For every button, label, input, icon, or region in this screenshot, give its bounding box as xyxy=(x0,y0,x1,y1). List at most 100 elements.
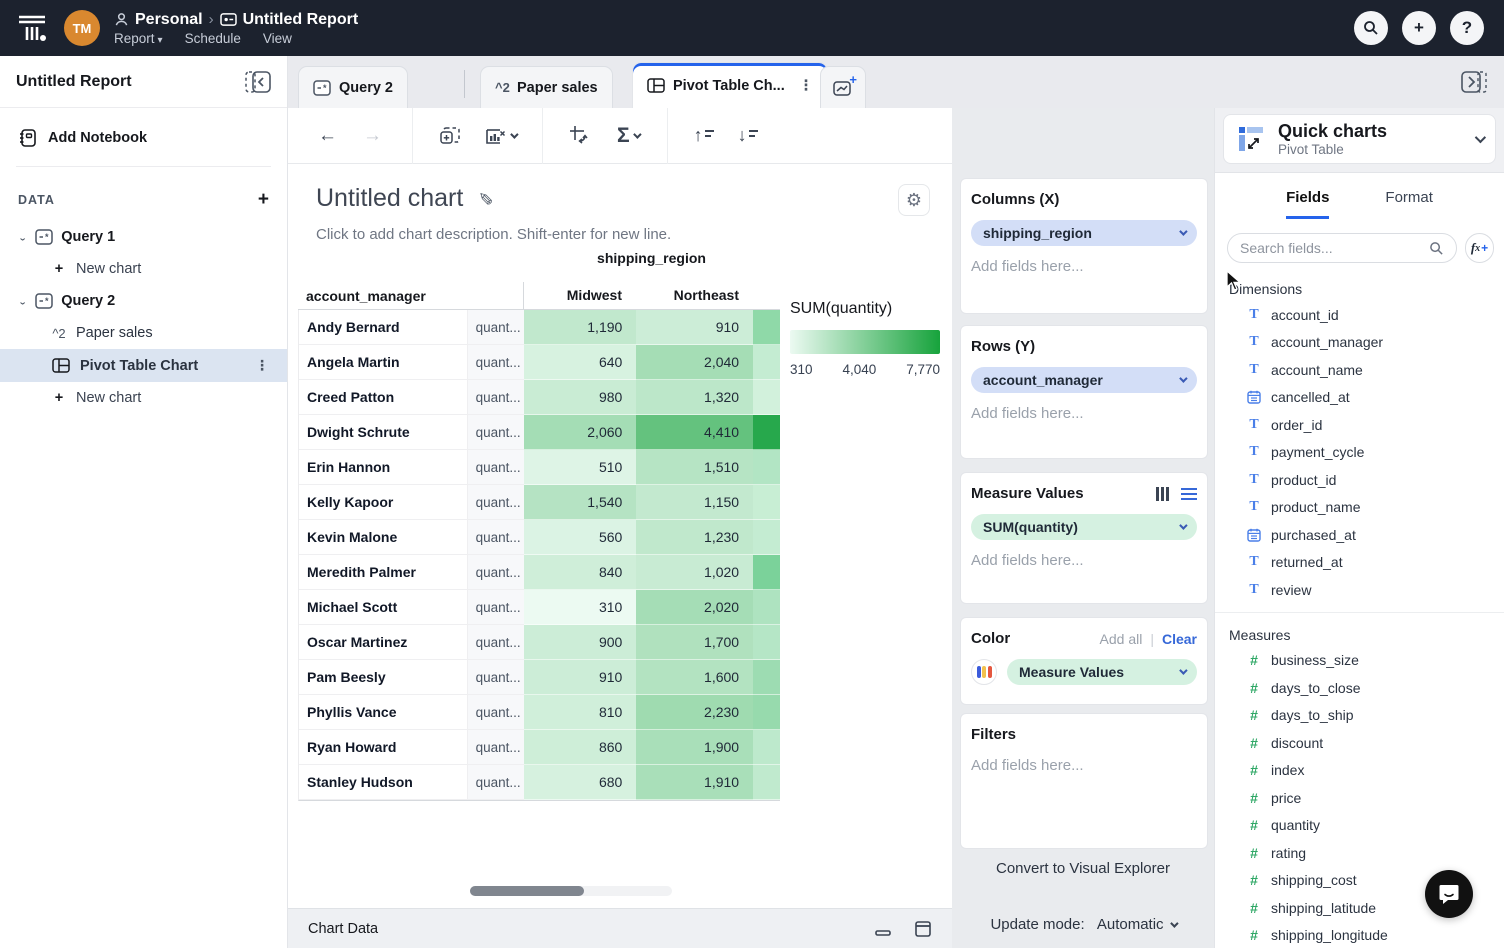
add-formula-button[interactable]: fx+ xyxy=(1465,233,1494,263)
minimize-panel-icon[interactable] xyxy=(874,921,892,937)
pivot-partial-cell[interactable] xyxy=(753,485,780,520)
field-item-discount[interactable]: #discount xyxy=(1215,729,1504,757)
field-item-purchased_at[interactable]: purchased_at xyxy=(1215,521,1504,549)
chart-description-placeholder[interactable]: Click to add chart description. Shift-en… xyxy=(316,226,671,243)
chart-title[interactable]: Untitled chart xyxy=(316,184,463,213)
chevron-down-icon[interactable]: ⌄ xyxy=(18,232,27,242)
pivot-partial-cell[interactable] xyxy=(753,555,780,590)
pivot-value-cell[interactable]: 640 xyxy=(524,345,637,380)
pivot-value-cell[interactable]: 1,540 xyxy=(524,485,637,520)
sidebar-new-chart-item[interactable]: +New chart xyxy=(0,382,287,414)
swap-axes-button[interactable] xyxy=(569,125,591,147)
pivot-value-cell[interactable]: 1,510 xyxy=(636,450,753,485)
pivot-value-cell[interactable]: 1,230 xyxy=(636,520,753,555)
item-menu-dots-icon[interactable]: ⋮ xyxy=(255,357,269,374)
sidebar-item-paper-sales[interactable]: ^2Paper sales xyxy=(0,317,287,349)
columns-layout-icon[interactable] xyxy=(1156,487,1169,501)
measure-values-add-fields[interactable]: Add fields here... xyxy=(971,552,1197,569)
pivot-value-cell[interactable]: 910 xyxy=(524,660,637,695)
breadcrumb-report-title[interactable]: Untitled Report xyxy=(243,11,359,29)
sidebar-new-chart-item[interactable]: +New chart xyxy=(0,253,287,285)
color-field-pill[interactable]: Measure Values xyxy=(1007,659,1197,685)
field-item-returned_at[interactable]: Treturned_at xyxy=(1215,549,1504,577)
field-item-price[interactable]: #price xyxy=(1215,784,1504,812)
menu-report[interactable]: Report▾ xyxy=(114,31,163,46)
add-frame-button[interactable] xyxy=(439,126,461,146)
pivot-partial-cell[interactable] xyxy=(753,415,780,450)
pivot-value-cell[interactable]: 1,020 xyxy=(636,555,753,590)
rows-y-field-pill[interactable]: account_manager xyxy=(971,367,1197,393)
pivot-col-header-northeast[interactable]: Northeast xyxy=(636,282,753,310)
field-item-account_manager[interactable]: Taccount_manager xyxy=(1215,329,1504,357)
sort-ascending-button[interactable]: ↑ xyxy=(694,125,714,146)
convert-to-visual-explorer-button[interactable]: Convert to Visual Explorer xyxy=(952,860,1214,877)
field-item-days_to_close[interactable]: #days_to_close xyxy=(1215,674,1504,702)
pivot-partial-cell[interactable] xyxy=(753,590,780,625)
field-item-index[interactable]: #index xyxy=(1215,757,1504,785)
pivot-value-cell[interactable]: 1,900 xyxy=(636,730,753,765)
field-item-cancelled_at[interactable]: cancelled_at xyxy=(1215,384,1504,412)
pivot-partial-cell[interactable] xyxy=(753,660,780,695)
pivot-value-cell[interactable]: 810 xyxy=(524,695,637,730)
pivot-value-cell[interactable]: 560 xyxy=(524,520,637,555)
sidebar-item-pivot-table-chart[interactable]: Pivot Table Chart⋮ xyxy=(0,349,287,382)
add-button[interactable]: + xyxy=(1402,11,1436,45)
new-chart-tab-button[interactable]: + xyxy=(820,66,866,108)
color-add-all-link[interactable]: Add all xyxy=(1100,631,1143,647)
pivot-value-cell[interactable]: 1,320 xyxy=(636,380,753,415)
remove-chart-element-button[interactable] xyxy=(485,126,516,146)
chart-settings-button[interactable]: ⚙ xyxy=(898,184,930,216)
pivot-value-cell[interactable]: 900 xyxy=(524,625,637,660)
field-item-product_id[interactable]: Tproduct_id xyxy=(1215,466,1504,494)
columns-x-add-fields[interactable]: Add fields here... xyxy=(971,258,1197,275)
field-item-account_id[interactable]: Taccount_id xyxy=(1215,301,1504,329)
tab-paper-sales[interactable]: ^2 Paper sales xyxy=(480,66,613,108)
horizontal-scrollbar[interactable] xyxy=(470,886,672,896)
field-item-payment_cycle[interactable]: Tpayment_cycle xyxy=(1215,439,1504,467)
field-item-quantity[interactable]: #quantity xyxy=(1215,812,1504,840)
measure-values-field-pill[interactable]: SUM(quantity) xyxy=(971,514,1197,540)
pivot-value-cell[interactable]: 4,410 xyxy=(636,415,753,450)
filters-add-fields[interactable]: Add fields here... xyxy=(971,757,1197,774)
field-item-product_name[interactable]: Tproduct_name xyxy=(1215,494,1504,522)
search-fields-input[interactable] xyxy=(1240,240,1421,256)
sidebar-query-item[interactable]: ⌄*Query 1 xyxy=(0,221,287,253)
aggregate-button[interactable]: Σ xyxy=(617,124,639,148)
columns-x-field-pill[interactable]: shipping_region xyxy=(971,220,1197,246)
search-button[interactable] xyxy=(1354,11,1388,45)
field-item-review[interactable]: Treview xyxy=(1215,576,1504,604)
pivot-partial-cell[interactable] xyxy=(753,380,780,415)
pivot-partial-cell[interactable] xyxy=(753,765,780,800)
edit-title-icon[interactable]: ✎ xyxy=(474,191,495,206)
color-clear-link[interactable]: Clear xyxy=(1162,631,1197,647)
pivot-col-header-midwest[interactable]: Midwest xyxy=(523,282,636,310)
sidebar-query-item[interactable]: ⌄*Query 2 xyxy=(0,285,287,317)
field-item-order_id[interactable]: Torder_id xyxy=(1215,411,1504,439)
field-item-business_size[interactable]: #business_size xyxy=(1215,647,1504,675)
pivot-partial-cell[interactable] xyxy=(753,695,780,730)
avatar[interactable]: TM xyxy=(64,10,100,46)
field-item-rating[interactable]: #rating xyxy=(1215,839,1504,867)
update-mode-select[interactable]: Automatic xyxy=(1097,916,1176,933)
app-logo-icon[interactable] xyxy=(0,11,64,45)
field-item-shipping_longitude[interactable]: #shipping_longitude xyxy=(1215,922,1504,948)
pivot-partial-cell[interactable] xyxy=(753,310,780,345)
pivot-partial-cell[interactable] xyxy=(753,520,780,555)
pivot-value-cell[interactable]: 1,150 xyxy=(636,485,753,520)
pivot-value-cell[interactable]: 860 xyxy=(524,730,637,765)
collapse-sidebar-button[interactable] xyxy=(245,71,271,93)
rows-y-add-fields[interactable]: Add fields here... xyxy=(971,405,1197,422)
pivot-value-cell[interactable]: 680 xyxy=(524,765,637,800)
rows-layout-icon[interactable] xyxy=(1181,488,1197,500)
pivot-value-cell[interactable]: 2,040 xyxy=(636,345,753,380)
tab-format[interactable]: Format xyxy=(1385,189,1433,219)
menu-schedule[interactable]: Schedule xyxy=(185,31,241,46)
add-notebook-button[interactable]: Add Notebook xyxy=(0,108,287,162)
pivot-value-cell[interactable]: 910 xyxy=(636,310,753,345)
field-item-account_name[interactable]: Taccount_name xyxy=(1215,356,1504,384)
pivot-partial-cell[interactable] xyxy=(753,345,780,380)
pivot-value-cell[interactable]: 840 xyxy=(524,555,637,590)
quick-charts-selector[interactable]: Quick charts Pivot Table xyxy=(1223,114,1496,164)
pivot-value-cell[interactable]: 310 xyxy=(524,590,637,625)
pivot-value-cell[interactable]: 1,910 xyxy=(636,765,753,800)
